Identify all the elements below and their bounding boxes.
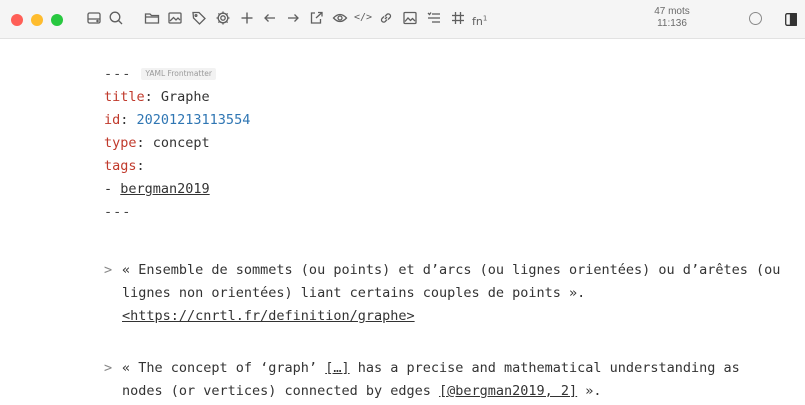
minimize-window-button[interactable] [31,14,43,26]
type-value: concept [152,135,210,151]
citation-bergman2019-link[interactable]: [@bergman2019, 2] [439,383,577,399]
folder-icon[interactable] [143,9,161,27]
quote-marker: > [104,262,113,278]
link-icon[interactable] [377,9,395,27]
quote-bergman-text-start: « The concept of ‘graph’ [122,360,326,376]
cnrtl-url-link[interactable]: <https://cnrtl.fr/definition/graphe> [122,308,415,324]
type-key: type [104,135,137,151]
quote-text: « The concept of ‘graph’ […] has a preci… [122,357,784,403]
footnote-superscript: 1 [482,14,488,22]
frontmatter-tag-item-line[interactable]: - bergman2019 [104,179,210,199]
export-icon[interactable] [307,9,325,27]
frontmatter-id-line[interactable]: id: 20201213113554 [104,110,250,130]
frontmatter-delimiter-close: --- [104,204,132,220]
quote-marker: > [104,360,113,376]
word-count-display[interactable]: 47 mots 11:136 [640,6,704,30]
frontmatter-open-line[interactable]: --- YAML Frontmatter [104,64,217,84]
plus-icon[interactable] [238,9,256,27]
footnote-label: fn [472,14,483,28]
sidebar-toggle-icon[interactable] [785,11,797,26]
title-key: title [104,89,145,105]
tag-icon[interactable] [190,9,208,27]
insert-image-icon[interactable] [401,9,419,27]
search-icon[interactable] [107,9,125,27]
list-icon[interactable] [425,9,443,27]
editor[interactable]: --- YAML Frontmatter title: Graphe id: 20… [0,39,805,405]
frontmatter-title-line[interactable]: title: Graphe [104,87,210,107]
frontmatter-tags-line[interactable]: tags: [104,156,145,176]
title-value: Graphe [160,89,210,105]
status-circle-icon[interactable] [749,12,762,25]
frontmatter-close-line[interactable]: --- [104,202,131,222]
frontmatter-type-line[interactable]: type: concept [104,133,210,153]
quote-definition-text: « Ensemble de sommets (ou points) et d’a… [122,262,781,301]
character-count: 11:136 [657,18,687,29]
zoom-window-button[interactable] [51,14,63,26]
frontmatter-badge: YAML Frontmatter [141,68,217,80]
hard-drive-icon[interactable] [85,9,103,27]
frontmatter-delimiter: --- [104,66,132,82]
tag-item-prefix: - [104,181,121,197]
eye-icon[interactable] [331,9,349,27]
quote-bergman-text-end: ». [577,383,602,399]
code-icon[interactable]: </> [354,9,372,27]
quote-text: « Ensemble de sommets (ou points) et d’a… [122,259,784,328]
toolbar: </> fn1 47 mots 11:136 [0,0,805,39]
gear-icon[interactable] [214,9,232,27]
arrow-right-icon[interactable] [284,9,302,27]
table-icon[interactable] [449,9,467,27]
blockquote-definition[interactable]: > « Ensemble de sommets (ou points) et d… [104,259,784,328]
tag-bergman2019-link[interactable]: bergman2019 [120,181,209,197]
id-value: 20201213113554 [136,112,251,128]
close-window-button[interactable] [11,14,23,26]
blockquote-bergman[interactable]: > « The concept of ‘graph’ […] has a pre… [104,357,784,403]
image-icon[interactable] [166,9,184,27]
footnote-icon[interactable]: fn1 [472,9,490,28]
arrow-left-icon[interactable] [261,9,279,27]
id-key: id [104,112,121,128]
tags-key: tags [104,158,137,174]
word-count: 47 mots [654,6,690,17]
ellipsis-marker: […] [325,360,350,376]
